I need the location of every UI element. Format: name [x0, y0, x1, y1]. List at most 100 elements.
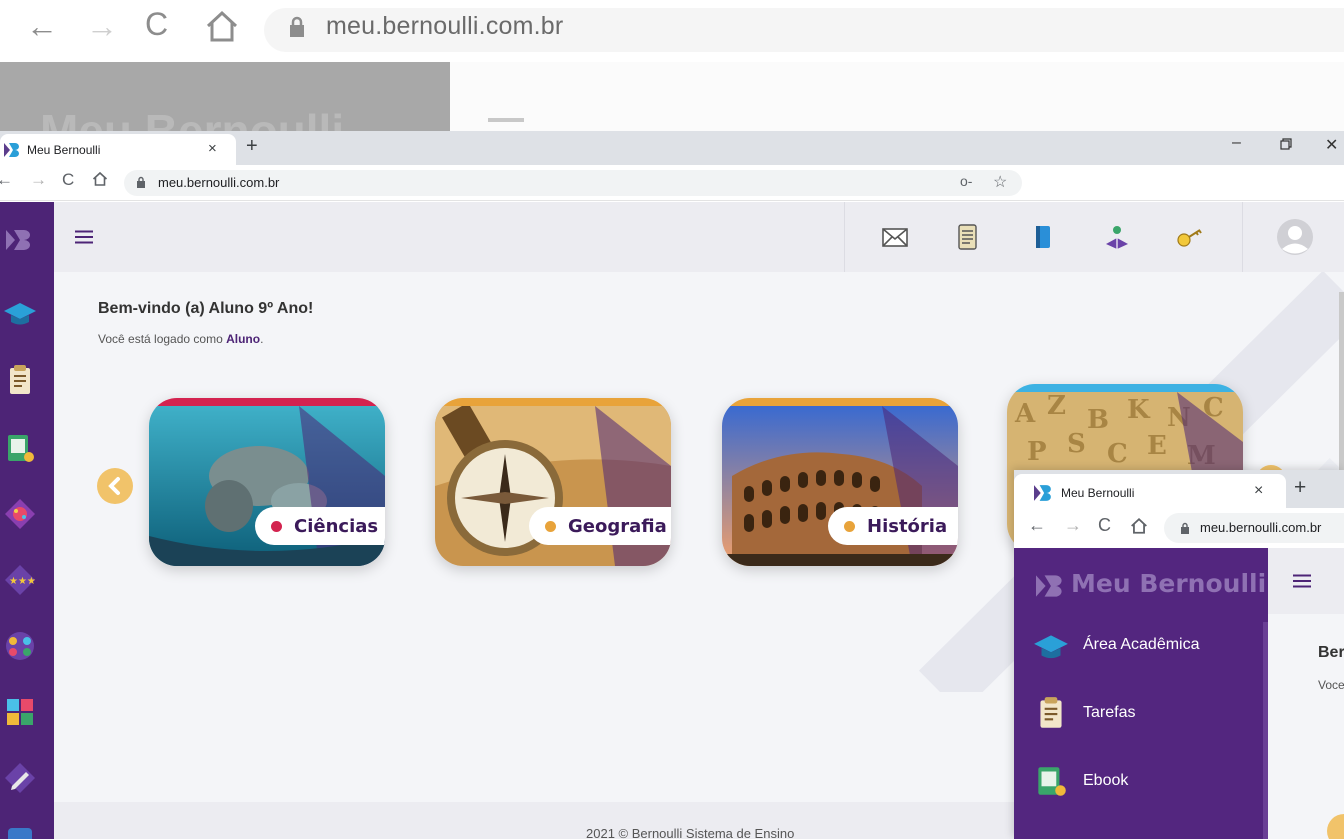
minimize-button[interactable]: –: [1232, 134, 1241, 152]
key-icon[interactable]: [1174, 222, 1204, 252]
bg-sidebar: Meu Bernoulli: [0, 62, 450, 142]
header-divider: [844, 202, 845, 272]
bg-reload-icon: C: [145, 6, 169, 42]
bg-url-text: meu.bernoulli.com.br: [326, 12, 564, 40]
lock-icon: [136, 176, 146, 189]
page-header: [54, 202, 1344, 272]
subject-dot: [271, 520, 282, 532]
front-toolbar: ← → C meu.bernoulli.com.br: [1014, 508, 1344, 548]
browser-toolbar: ← → C meu.bernoulli.com.br o- ☆: [0, 165, 1344, 201]
bg-lock-icon: [288, 16, 306, 38]
front-sidebar-scrollbar[interactable]: [1263, 622, 1268, 839]
svg-text:P: P: [1027, 437, 1047, 467]
front-hamburger-icon[interactable]: [1292, 574, 1312, 588]
svg-text:★★★: ★★★: [9, 576, 36, 587]
logo-icon[interactable]: [2, 222, 38, 258]
puzzle-icon[interactable]: [2, 496, 38, 532]
subject-pill: Geografia: [529, 507, 671, 545]
mail-icon[interactable]: [880, 222, 910, 252]
logged-prefix: Você está logado como: [98, 332, 227, 346]
book-icon[interactable]: [2, 822, 38, 839]
home-button[interactable]: [92, 171, 108, 187]
menu-area-academica[interactable]: Área Acadêmica: [1083, 636, 1200, 654]
pencil-icon[interactable]: [2, 760, 38, 796]
subject-pill: História: [828, 507, 958, 545]
bg-main: [450, 62, 1344, 142]
menu-ebook[interactable]: Ebook: [1083, 772, 1128, 790]
subject-dot: [545, 520, 556, 532]
front-url-text: meu.bernoulli.com.br: [1200, 520, 1322, 535]
tasks-icon: [1032, 694, 1070, 732]
book-reader-icon[interactable]: [1102, 222, 1132, 252]
group-icon[interactable]: [2, 628, 38, 664]
url-text: meu.bernoulli.com.br: [158, 175, 280, 190]
svg-text:K: K: [1127, 395, 1151, 425]
carousel-prev-button[interactable]: [97, 468, 133, 504]
ebook-icon[interactable]: [2, 430, 38, 466]
bg-forward-icon: →: [86, 8, 118, 44]
front-new-tab-button[interactable]: +: [1294, 476, 1306, 500]
welcome-heading: Bem-vindo (a) Aluno 9º Ano!: [98, 300, 314, 317]
teamwork-icon[interactable]: [2, 694, 38, 730]
subject-card-ciencias[interactable]: Ciências: [149, 398, 385, 566]
front-browser-window: Meu Bernoulli × + ← → C meu.bernoulli.co…: [1014, 470, 1344, 839]
svg-text:B: B: [1087, 405, 1109, 435]
bg-hamburger-icon: [488, 118, 524, 122]
ebook-icon: [1032, 762, 1070, 800]
academic-cap-icon[interactable]: [2, 296, 38, 332]
subject-label: Geografia: [568, 515, 667, 537]
footer-text: 2021 © Bernoulli Sistema de Ensino: [586, 826, 795, 839]
front-carousel-prev-button[interactable]: [1327, 814, 1344, 839]
svg-text:A: A: [1014, 399, 1036, 429]
forward-button[interactable]: →: [30, 170, 47, 190]
svg-text:E: E: [1147, 431, 1167, 461]
bookmark-star-icon[interactable]: ☆: [993, 172, 1007, 192]
academic-cap-icon: [1032, 628, 1070, 666]
svg-text:Z: Z: [1047, 392, 1066, 421]
reload-button[interactable]: C: [62, 170, 74, 190]
tab-meu-bernoulli[interactable]: Meu Bernoulli ×: [0, 134, 236, 165]
front-tab-title: Meu Bernoulli: [1061, 486, 1135, 500]
role-name: Aluno: [226, 332, 261, 346]
tab-close-icon[interactable]: ×: [208, 140, 217, 157]
bernoulli-favicon-icon: [4, 143, 20, 157]
sidebar: ★★★: [0, 202, 54, 839]
window-close-button[interactable]: ✕: [1325, 135, 1338, 155]
subject-card-historia[interactable]: História: [722, 398, 958, 566]
front-address-bar[interactable]: meu.bernoulli.com.br: [1164, 513, 1344, 543]
stars-icon[interactable]: ★★★: [2, 562, 38, 598]
bernoulli-favicon-icon: [1034, 485, 1052, 501]
document-icon[interactable]: [952, 222, 982, 252]
menu-tarefas[interactable]: Tarefas: [1083, 704, 1135, 722]
password-key-icon[interactable]: o-: [960, 173, 972, 189]
subject-card-geografia[interactable]: Geografia: [435, 398, 671, 566]
front-tab-meu-bernoulli[interactable]: Meu Bernoulli ×: [1014, 474, 1286, 508]
hamburger-menu-icon[interactable]: [74, 230, 94, 244]
new-tab-button[interactable]: +: [246, 135, 258, 158]
logo-icon: [1036, 571, 1068, 601]
front-logged-partial: Voce: [1318, 678, 1344, 692]
back-button[interactable]: ←: [0, 170, 13, 190]
avatar[interactable]: [1276, 218, 1314, 256]
front-logo-text: Meu Bernoulli: [1071, 569, 1267, 598]
front-page: Meu Bernoulli Área Acadêmica Tarefas Ebo…: [1014, 548, 1344, 839]
front-reload-button[interactable]: C: [1098, 515, 1111, 536]
tab-title: Meu Bernoulli: [27, 143, 101, 157]
svg-text:C: C: [1107, 439, 1128, 469]
front-welcome-partial: Ber: [1318, 644, 1344, 661]
notebook-icon[interactable]: [1028, 222, 1058, 252]
front-tab-close-icon[interactable]: ×: [1254, 482, 1263, 500]
front-sidebar: Meu Bernoulli Área Acadêmica Tarefas Ebo…: [1014, 548, 1268, 839]
svg-text:S: S: [1067, 429, 1086, 459]
restore-button[interactable]: [1280, 138, 1292, 150]
front-back-button[interactable]: ←: [1028, 515, 1046, 536]
front-forward-button[interactable]: →: [1064, 515, 1082, 536]
address-bar[interactable]: meu.bernoulli.com.br o- ☆: [124, 170, 1022, 196]
subject-label: Ciências: [294, 515, 379, 537]
subject-label: História: [867, 515, 948, 537]
subject-dot: [844, 520, 855, 532]
front-home-button[interactable]: [1130, 517, 1148, 535]
logged-as-text: Você está logado como Aluno.: [98, 332, 263, 346]
header-divider-2: [1242, 202, 1243, 272]
tasks-icon[interactable]: [2, 362, 38, 398]
